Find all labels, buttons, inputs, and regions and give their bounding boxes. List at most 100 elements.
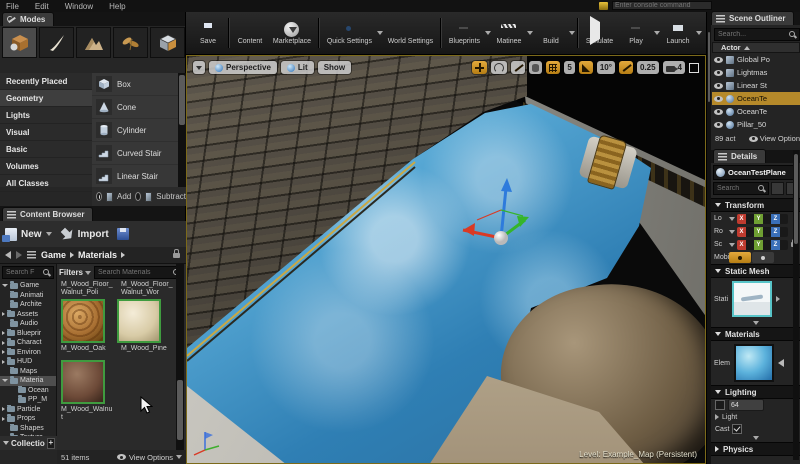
folder-hud[interactable]: HUD: [0, 357, 56, 367]
folder-character[interactable]: Charact: [0, 338, 56, 348]
outliner-row-pillar[interactable]: Pillar_50: [712, 118, 800, 131]
tab-modes[interactable]: Modes: [2, 12, 55, 26]
asset-label[interactable]: M_Wood_Walnut: [61, 406, 113, 422]
build-caret-icon[interactable]: [568, 31, 575, 35]
quick-settings-button[interactable]: Quick Settings: [322, 20, 377, 47]
folder-blueprints[interactable]: Blueprir: [0, 328, 56, 339]
rotation-snap-value[interactable]: 10°: [596, 61, 615, 74]
asset-label[interactable]: M_Wood_Oak: [61, 345, 113, 354]
path-picker-icon[interactable]: [27, 251, 36, 259]
mobility-static-button[interactable]: [729, 252, 751, 263]
mobility-movable-button[interactable]: [752, 252, 774, 263]
menu-help[interactable]: Help: [109, 2, 125, 11]
launch-caret-icon[interactable]: [696, 31, 703, 35]
section-static-mesh[interactable]: Static Mesh: [711, 264, 800, 278]
mode-paint-button[interactable]: [39, 27, 74, 58]
folder-game[interactable]: Game: [0, 281, 56, 291]
folder-assets[interactable]: Assets: [0, 309, 56, 320]
menu-window[interactable]: Window: [65, 2, 93, 11]
viewport[interactable]: Perspective Lit Show 5 10° 0.25 4 Level:…: [186, 55, 706, 464]
visibility-icon[interactable]: [714, 82, 723, 89]
asset-label[interactable]: M_Wood_Floor_Walnut_Wor: [121, 281, 173, 297]
build-button[interactable]: Build: [533, 20, 569, 47]
lighting-checkbox[interactable]: [715, 400, 725, 410]
scale-snap-toggle[interactable]: [618, 61, 633, 74]
item-curved-stair[interactable]: Curved Stair: [92, 142, 178, 165]
category-recently-placed[interactable]: Recently Placed: [0, 73, 92, 90]
grid-snap-value[interactable]: 5: [564, 61, 575, 74]
outliner-row-oceantestplane[interactable]: OceanTe: [712, 92, 800, 105]
scale-caret-icon[interactable]: [729, 242, 735, 247]
section-physics[interactable]: Physics: [711, 442, 800, 456]
tab-details[interactable]: Details: [713, 149, 767, 163]
console-command-input[interactable]: [612, 1, 712, 10]
scale-tool-button[interactable]: [511, 61, 526, 74]
browse-to-asset-icon[interactable]: [776, 296, 781, 302]
perspective-button[interactable]: Perspective: [209, 61, 277, 74]
add-radio[interactable]: [96, 192, 102, 201]
marketplace-button[interactable]: Marketplace: [268, 20, 316, 47]
view-options-button[interactable]: View Options: [116, 453, 182, 462]
find-in-browser-icon[interactable]: [777, 359, 784, 367]
world-settings-button[interactable]: World Settings: [383, 20, 438, 47]
category-volumes[interactable]: Volumes: [0, 158, 92, 175]
collections-bar[interactable]: Collectio +: [0, 436, 57, 450]
viewport-options-button[interactable]: [193, 61, 205, 74]
visibility-icon[interactable]: [714, 121, 723, 128]
folder-animation[interactable]: Animati: [0, 290, 56, 301]
play-button[interactable]: Play: [618, 20, 654, 47]
forward-icon[interactable]: [16, 251, 22, 259]
asset-label[interactable]: M_Wood_Floor_Walnut_Poli: [61, 281, 113, 297]
filters-button[interactable]: Filters: [59, 268, 92, 277]
mode-landscape-button[interactable]: [76, 27, 111, 58]
back-icon[interactable]: [5, 251, 11, 259]
expand-advanced-button[interactable]: [711, 435, 800, 442]
location-xyz[interactable]: XYZ: [737, 213, 788, 224]
assets-scrollbar[interactable]: [176, 264, 184, 450]
asset-thumbnail-walnut[interactable]: [61, 360, 105, 404]
rotate-tool-button[interactable]: [491, 61, 508, 74]
asset-thumbnail-oak[interactable]: [61, 299, 105, 343]
grid-snap-toggle[interactable]: [546, 61, 561, 74]
outliner-row-globalpostprocess[interactable]: Global Po: [712, 53, 800, 66]
category-basic[interactable]: Basic: [0, 141, 92, 158]
tab-scene-outliner[interactable]: Scene Outliner: [711, 11, 795, 25]
item-linear-stair[interactable]: Linear Stair: [92, 165, 178, 188]
tab-content-browser[interactable]: Content Browser: [2, 207, 94, 221]
static-mesh-thumbnail[interactable]: [732, 281, 773, 317]
item-cylinder[interactable]: Cylinder: [92, 119, 178, 142]
subtract-radio[interactable]: [135, 192, 142, 201]
light-subsection[interactable]: Light: [711, 411, 800, 423]
scale-snap-value[interactable]: 0.25: [636, 61, 659, 74]
camera-speed-button[interactable]: 4: [662, 61, 685, 74]
matinee-button[interactable]: Matinee: [491, 20, 527, 47]
save-button[interactable]: Save: [190, 20, 226, 47]
content-button[interactable]: Content: [232, 20, 268, 47]
outliner-row-linearstair[interactable]: Linear St: [712, 79, 800, 92]
folder-pp-m[interactable]: PP_M: [0, 395, 56, 405]
category-lights[interactable]: Lights: [0, 107, 92, 124]
search-assets-input[interactable]: [95, 267, 183, 278]
asset-label[interactable]: M_Wood_Pine: [121, 345, 173, 354]
asset-thumbnail-pine[interactable]: [117, 299, 161, 343]
coordinate-space-button[interactable]: [529, 61, 543, 74]
mode-foliage-button[interactable]: [113, 27, 148, 58]
folder-props[interactable]: Props: [0, 414, 56, 424]
section-transform[interactable]: Transform: [711, 198, 800, 212]
transform-gizmo[interactable]: [417, 166, 597, 286]
view-mode-lit-button[interactable]: Lit: [280, 61, 314, 74]
add-collection-button[interactable]: +: [46, 437, 55, 449]
category-geometry[interactable]: Geometry: [0, 90, 92, 107]
item-box[interactable]: Box: [92, 73, 178, 96]
visibility-icon[interactable]: [714, 108, 723, 115]
rotation-xyz[interactable]: XYZ: [737, 226, 788, 237]
material-thumbnail[interactable]: [733, 344, 774, 382]
section-lighting[interactable]: Lighting: [711, 385, 800, 399]
maximize-viewport-button[interactable]: [689, 62, 699, 73]
lock-icon[interactable]: [173, 248, 180, 258]
folder-environment[interactable]: Environ: [0, 347, 56, 358]
visibility-icon[interactable]: [714, 95, 723, 102]
outliner-search-input[interactable]: [715, 29, 799, 40]
scale-xyz[interactable]: XYZ: [737, 239, 788, 250]
save-all-icon[interactable]: [116, 228, 129, 240]
